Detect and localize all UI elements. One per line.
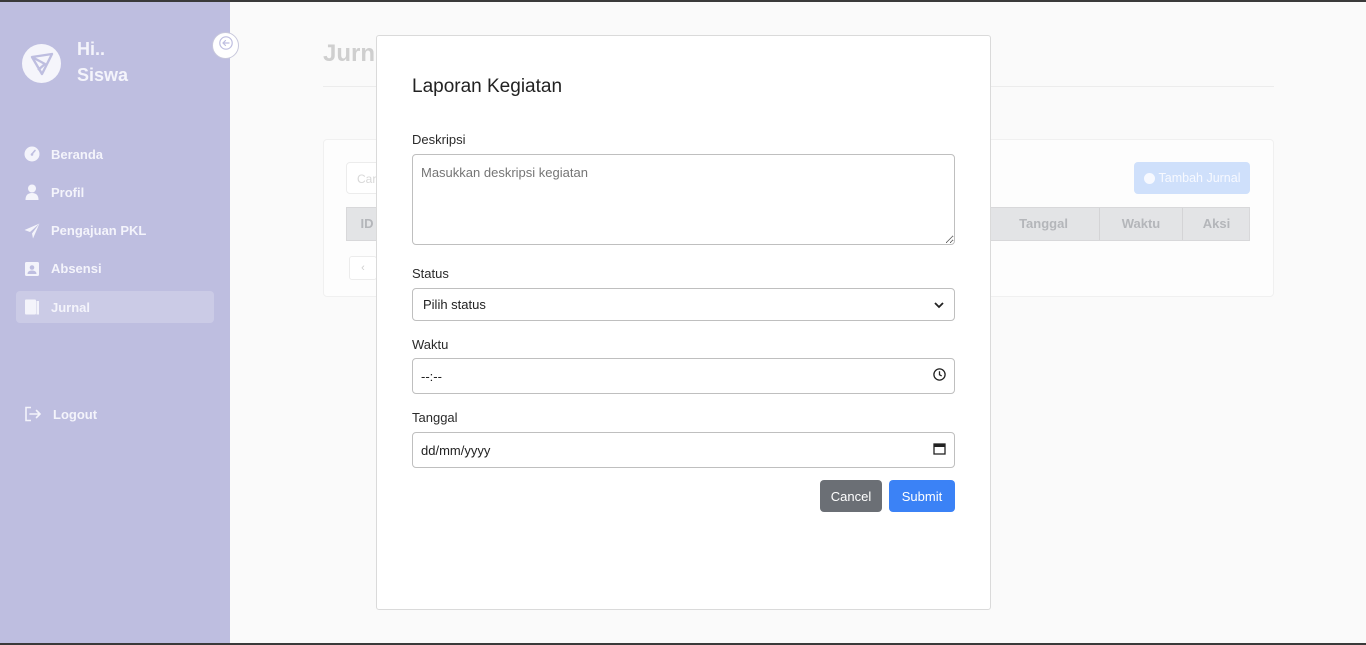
sidebar-item-label: Absensi: [51, 261, 102, 277]
sidebar-item-profil[interactable]: Profil: [16, 176, 214, 208]
sidebar-item-beranda[interactable]: Beranda: [16, 138, 214, 170]
deskripsi-textarea[interactable]: [412, 154, 955, 245]
gauge-icon: [24, 146, 40, 162]
tanggal-value: dd/mm/yyyy: [421, 442, 491, 458]
sidebar-item-label: Pengajuan PKL: [51, 223, 147, 239]
paper-plane-icon: [24, 223, 40, 239]
logout-label: Logout: [53, 406, 98, 422]
sidebar-nav: Beranda Profil Pengajuan PKL Absensi Jur…: [16, 138, 214, 329]
arrow-left-icon: [218, 36, 233, 55]
status-select[interactable]: Pilih status: [412, 288, 955, 321]
report-modal: Laporan Kegiatan Deskripsi Status Pilih …: [376, 35, 991, 610]
user-icon: [24, 184, 40, 201]
calendar-icon[interactable]: [933, 442, 946, 458]
greeting-line-2: Siswa: [77, 65, 129, 85]
deskripsi-label: Deskripsi: [412, 132, 466, 147]
id-badge-icon: [24, 261, 40, 277]
column-header-tanggal: Tanggal: [987, 208, 1099, 240]
greeting-line-1: Hi..: [77, 39, 106, 59]
tanggal-label: Tanggal: [412, 410, 458, 425]
modal-title: Laporan Kegiatan: [412, 76, 563, 97]
greeting: Hi.. Siswa: [77, 36, 128, 88]
pagination-prev[interactable]: ‹: [349, 256, 377, 280]
sidebar-item-absensi[interactable]: Absensi: [16, 253, 214, 285]
book-icon: [24, 299, 40, 315]
sidebar-item-label: Beranda: [51, 146, 104, 162]
column-header-waktu: Waktu: [1099, 208, 1182, 240]
status-selected-value: Pilih status: [423, 297, 486, 312]
logout-button[interactable]: Logout: [24, 405, 97, 423]
window-top-border: [0, 0, 1366, 2]
submit-button[interactable]: Submit: [889, 480, 955, 512]
plus-circle-icon: [1143, 172, 1155, 184]
clock-icon[interactable]: [933, 368, 946, 384]
column-header-aksi: Aksi: [1182, 208, 1250, 240]
sidebar-item-label: Jurnal: [51, 299, 91, 315]
brand: Hi.. Siswa: [22, 39, 128, 88]
add-journal-label: Tambah Jurnal: [1158, 171, 1241, 185]
waktu-label: Waktu: [412, 337, 449, 352]
sidebar: Hi.. Siswa Beranda Profil Pengajuan PKL: [0, 0, 230, 645]
add-journal-button[interactable]: Tambah Jurnal: [1134, 162, 1250, 194]
sidebar-item-pengajuan-pkl[interactable]: Pengajuan PKL: [16, 215, 214, 247]
waktu-value: --:--: [421, 368, 442, 384]
cancel-button[interactable]: Cancel: [820, 480, 882, 512]
sidebar-item-jurnal[interactable]: Jurnal: [16, 291, 214, 324]
page-title: Jurn: [323, 40, 376, 67]
tanggal-date-input[interactable]: dd/mm/yyyy: [412, 432, 955, 468]
waktu-time-input[interactable]: --:--: [412, 358, 955, 394]
sidebar-collapse-button[interactable]: [212, 32, 239, 59]
brand-logo-icon: [22, 44, 61, 83]
logout-icon: [24, 405, 42, 423]
status-label: Status: [412, 266, 449, 281]
sidebar-item-label: Profil: [51, 184, 85, 200]
chevron-down-icon: [934, 297, 944, 312]
